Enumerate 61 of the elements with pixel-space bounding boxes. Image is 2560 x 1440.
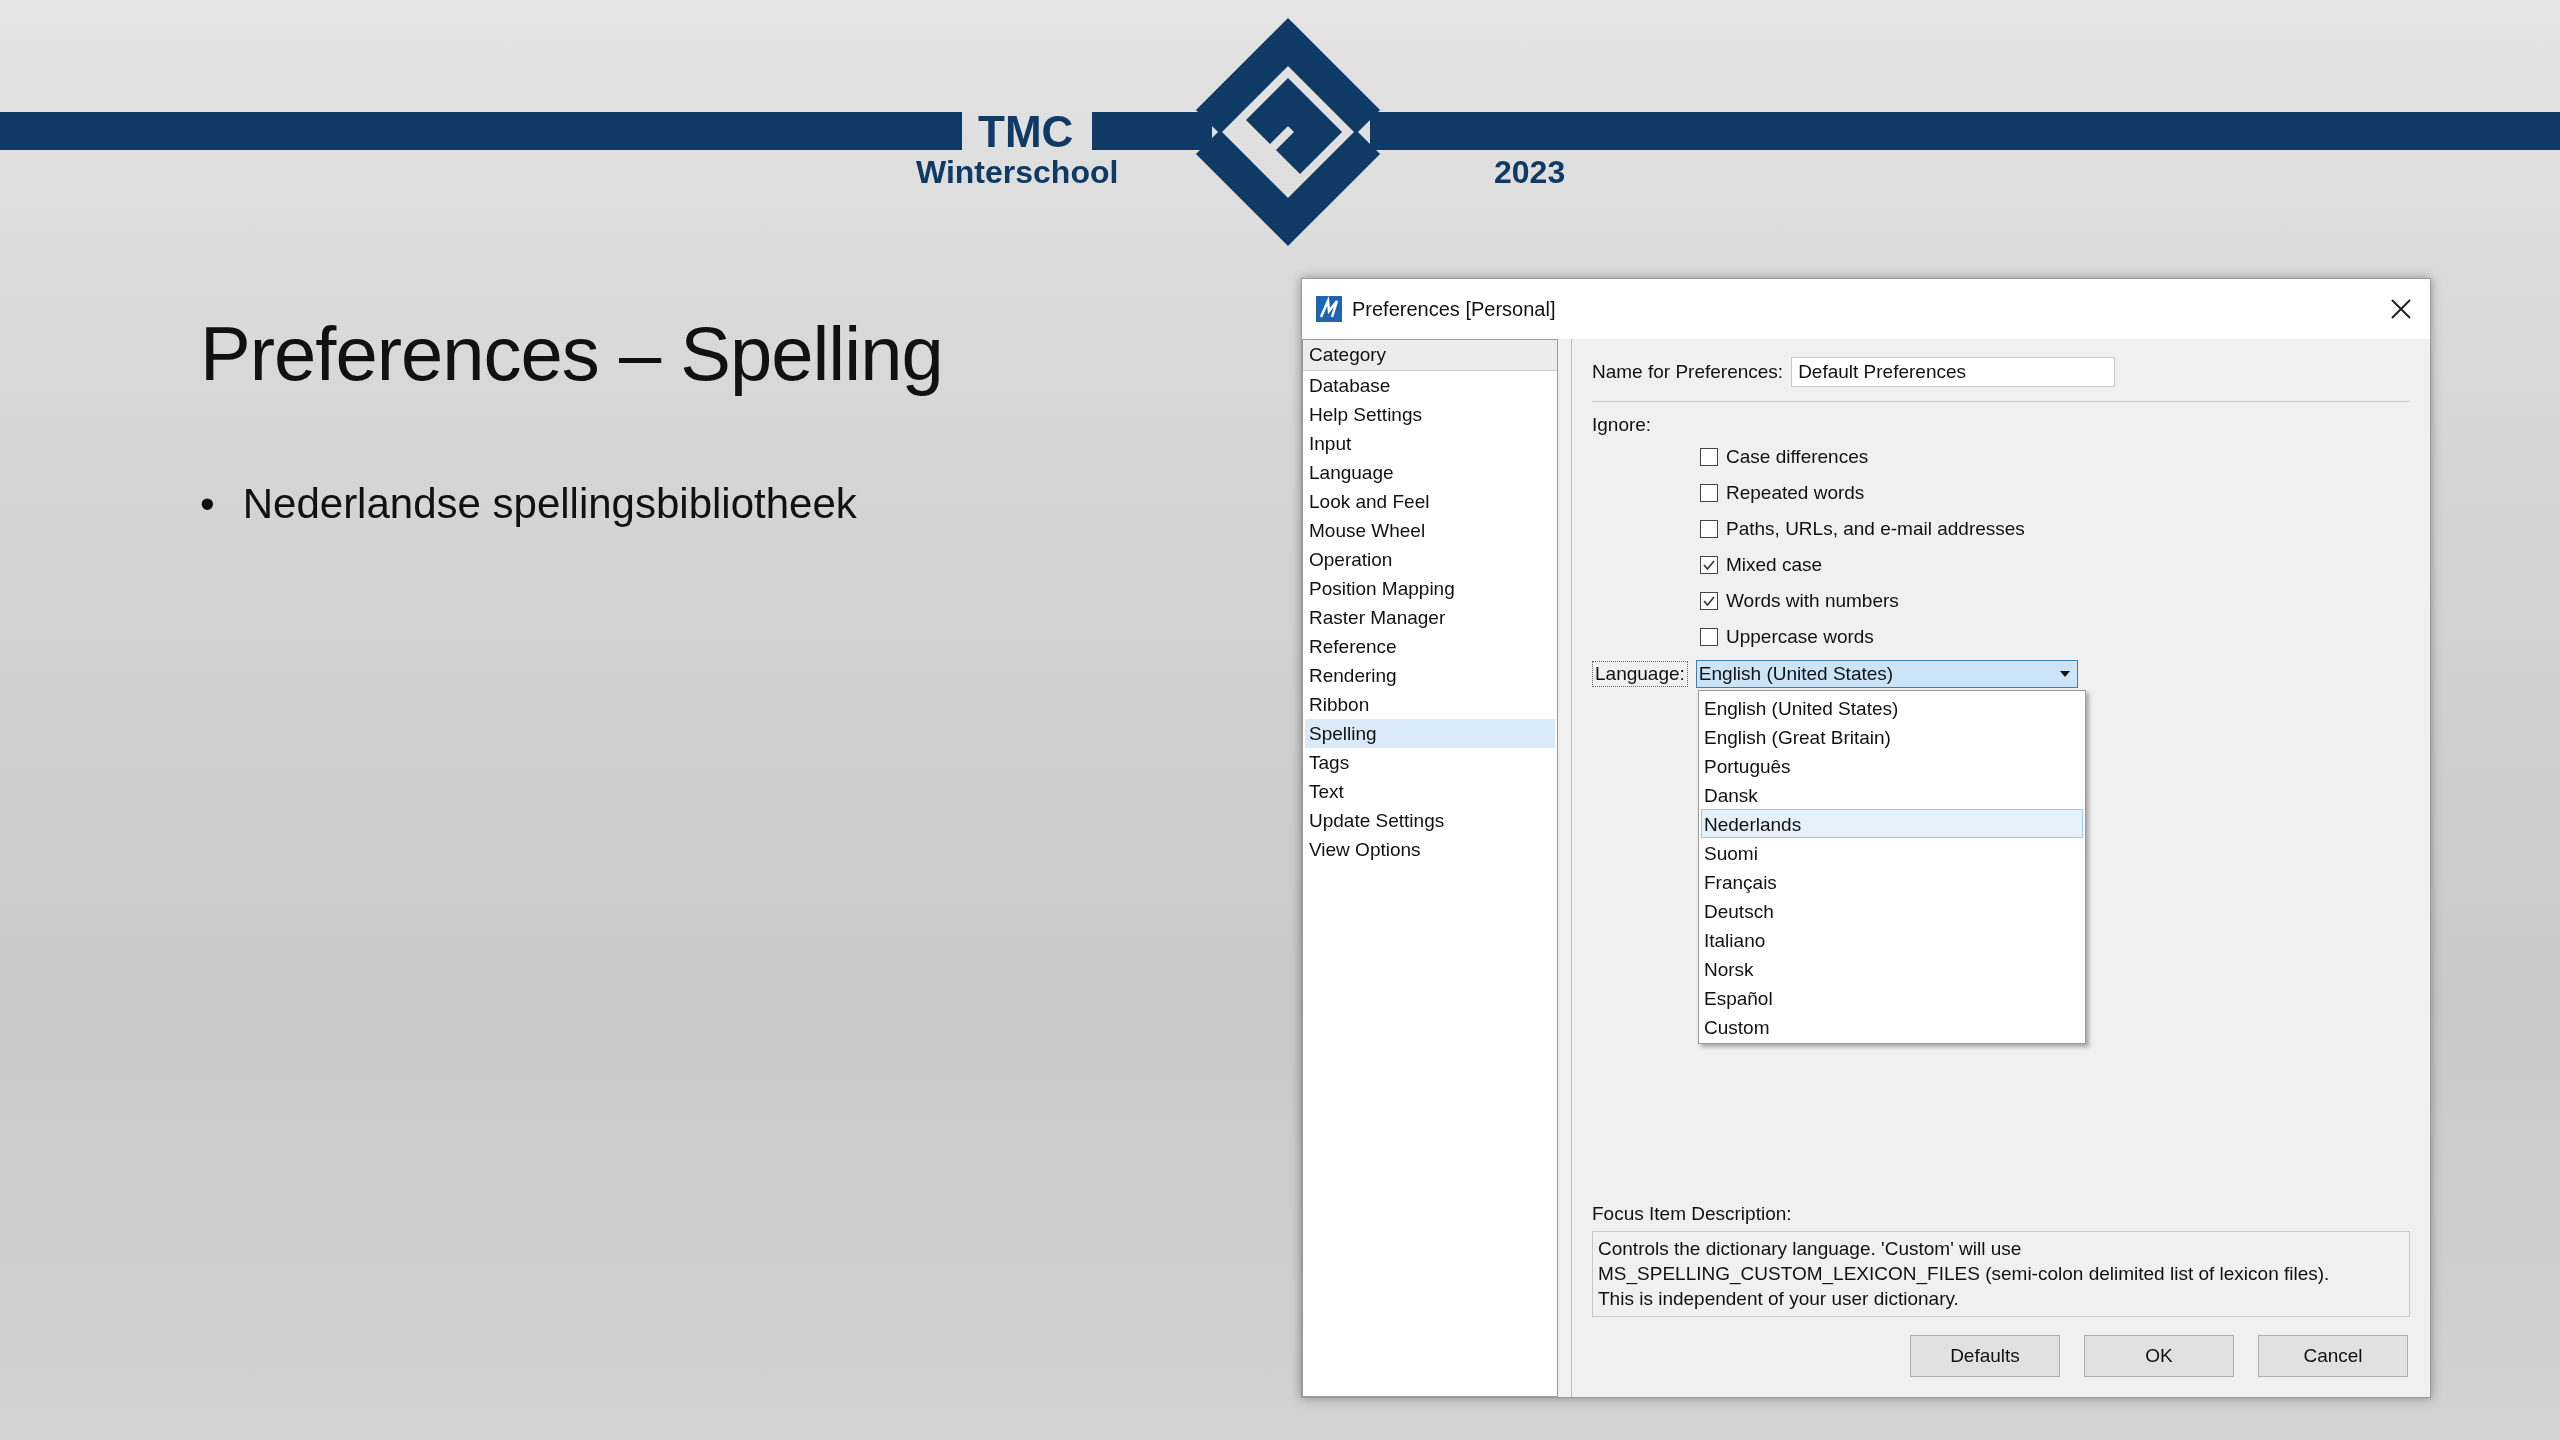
dialog-button[interactable]: Defaults [1910,1335,2060,1377]
dropdown-option[interactable]: Deutsch [1701,896,2083,925]
dialog-button[interactable]: Cancel [2258,1335,2408,1377]
category-item[interactable]: Rendering [1305,661,1555,690]
dropdown-option[interactable]: English (Great Britain) [1701,722,2083,751]
checkbox-label: Uppercase words [1726,626,1874,648]
checkbox[interactable] [1700,592,1718,610]
language-dropdown[interactable]: English (United States) [1695,660,2078,688]
year-label: 2023 [1494,156,1566,188]
category-item[interactable]: Mouse Wheel [1305,516,1555,545]
name-field[interactable]: Default Preferences [1791,357,2116,387]
checkbox[interactable] [1700,448,1718,466]
category-item[interactable]: Language [1305,458,1555,487]
checkbox-label: Paths, URLs, and e-mail addresses [1726,518,2025,540]
bullet-text: Nederlandse spellingsbibliotheek [242,479,857,529]
dropdown-option[interactable]: Custom [1701,1012,2083,1041]
category-item[interactable]: View Options [1305,835,1555,864]
category-item[interactable]: Help Settings [1305,400,1555,429]
checkbox[interactable] [1700,628,1718,646]
field-label: Language: [1592,661,1688,687]
dropdown-option[interactable]: Suomi [1701,838,2083,867]
dropdown-option[interactable]: Português [1701,751,2083,780]
category-item[interactable]: Tags [1305,748,1555,777]
category-item[interactable]: Update Settings [1305,806,1555,835]
dropdown-option[interactable]: Norsk [1701,954,2083,983]
category-item[interactable]: Database [1305,371,1555,400]
app-icon [1316,296,1342,322]
dropdown-option[interactable]: Français [1701,867,2083,896]
category-item[interactable]: Operation [1305,545,1555,574]
window-title: Preferences [Personal] [1352,297,1557,321]
category-item[interactable]: Raster Manager [1305,603,1555,632]
checkbox[interactable] [1700,484,1718,502]
dropdown-option[interactable]: Nederlands [1701,809,2083,838]
field-label: Name for Preferences: [1592,361,1784,383]
category-item[interactable]: Input [1305,429,1555,458]
description-text: Controls the dictionary language. 'Custom' will use MS_SPELLING_CUSTOM_LEXICON_FILES (semi-colon delimited list of lexicon files). This is independent of your user dictionary. [1592,1231,2410,1317]
bullet-marker: • [200,479,215,529]
category-item[interactable]: Position Mapping [1305,574,1555,603]
dropdown-option[interactable]: Italiano [1701,925,2083,954]
category-item[interactable]: Look and Feel [1305,487,1555,516]
slide-title: Preferences – Spelling [200,310,944,397]
checkbox-label: Case differences [1726,446,1869,468]
category-item[interactable]: Spelling [1305,719,1555,748]
dropdown-option[interactable]: Dansk [1701,780,2083,809]
checkbox[interactable] [1700,556,1718,574]
checkbox[interactable] [1700,520,1718,538]
dropdown-option[interactable]: Español [1701,983,2083,1012]
checkbox-label: Repeated words [1726,482,1865,504]
brand-subtitle: Winterschool [916,156,1119,188]
column-header: Category [1303,340,1557,371]
dropdown-option[interactable]: English (United States) [1701,693,2083,722]
dialog-button[interactable]: OK [2084,1335,2234,1377]
section-label: Focus Item Description: [1592,1203,1793,1225]
category-item[interactable]: Text [1305,777,1555,806]
caret-icon [2058,670,2071,678]
category-item[interactable]: Reference [1305,632,1555,661]
section-label: Ignore: [1592,414,1653,436]
category-item[interactable]: Ribbon [1305,690,1555,719]
checkbox-label: Mixed case [1726,554,1823,576]
checkbox-label: Words with numbers [1726,590,1899,612]
brand-name: TMC [978,110,1074,154]
